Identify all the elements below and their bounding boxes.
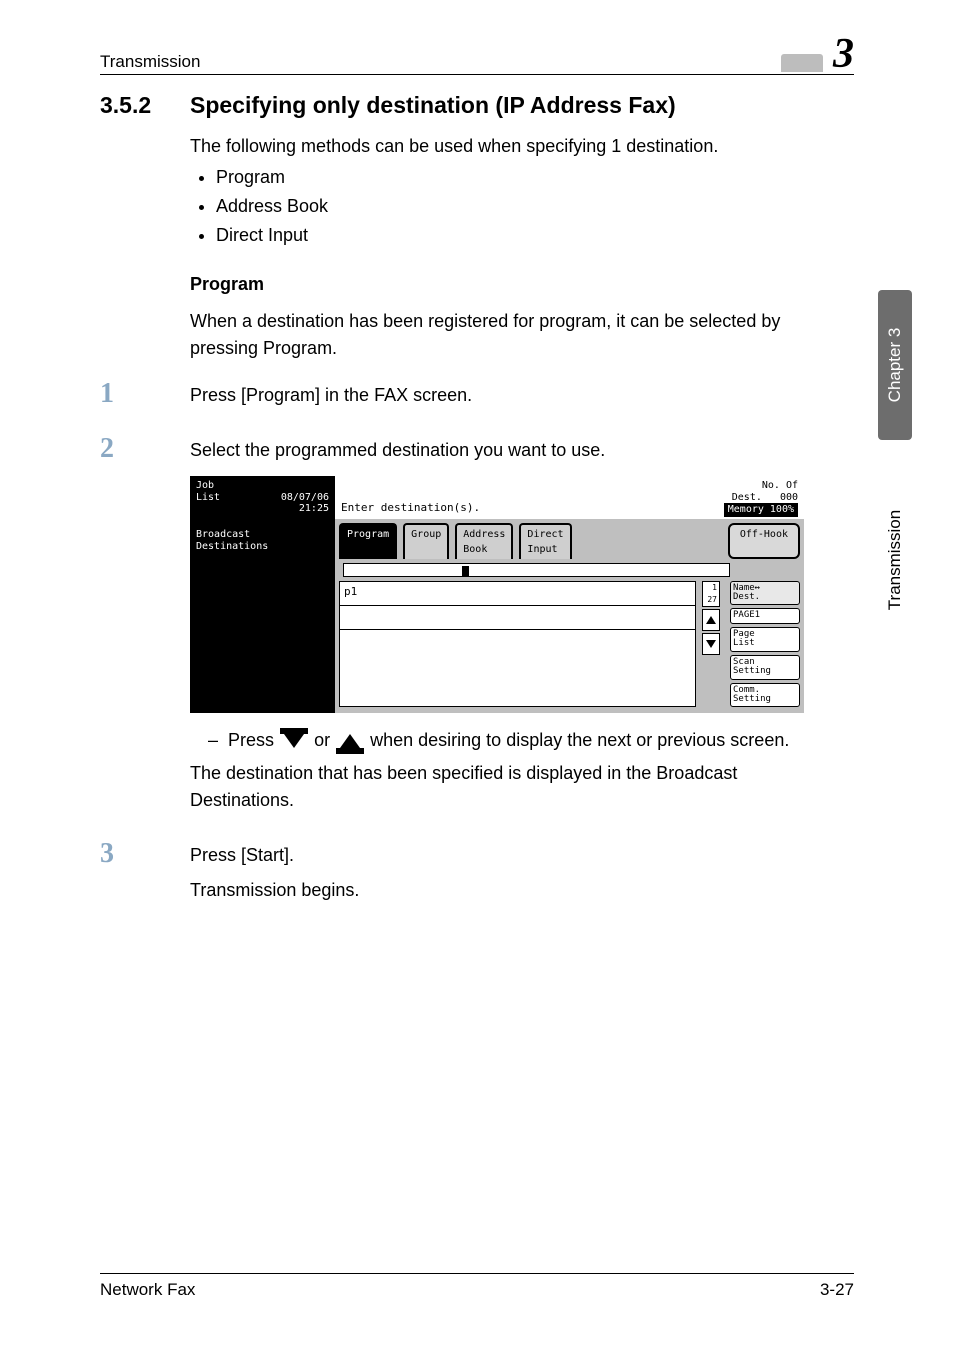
panel-title: Enter destination(s).	[341, 500, 480, 517]
program-row[interactable]: p1	[340, 582, 695, 606]
page-footer: Network Fax 3-27	[100, 1273, 854, 1300]
program-row[interactable]	[340, 606, 695, 630]
step-3-text-a: Press [Start].	[190, 842, 834, 869]
page-header: Transmission 3	[100, 38, 854, 75]
main-content: 3.5.2 Specifying only destination (IP Ad…	[100, 92, 834, 922]
step-2-body: Select the programmed destination you wa…	[190, 435, 834, 822]
intro-text: The following methods can be used when s…	[190, 133, 834, 160]
panel-fraction: 1 27	[702, 581, 720, 607]
panel-title-right: No. Of Dest. 000 Memory 100%	[724, 480, 798, 517]
program-subheading: Program	[190, 271, 834, 298]
tab-off-hook[interactable]: Off-Hook	[728, 523, 800, 559]
tab-group[interactable]: Group	[403, 523, 449, 559]
step-2-note: The destination that has been specified …	[190, 760, 834, 814]
method-item: Program	[216, 164, 834, 191]
footer-right: 3-27	[820, 1280, 854, 1300]
btn-page-list[interactable]: Page List	[730, 627, 800, 652]
header-right-group: 3	[781, 38, 854, 72]
panel-entry-field[interactable]	[343, 563, 730, 577]
step-1-body: Press [Program] in the FAX screen.	[190, 380, 834, 417]
header-tab-stub	[781, 54, 823, 72]
panel-mid: Broadcast Destinations Program Group Add…	[190, 519, 804, 714]
step-2-sub-text: Press or when desiring to display the ne…	[228, 727, 789, 754]
scroll-down-button[interactable]	[702, 633, 720, 655]
panel-job-line2: List	[196, 492, 220, 503]
side-tab-chapter: Chapter 3	[878, 290, 912, 440]
step-1-number: 1	[100, 380, 164, 417]
program-entry: p1	[340, 582, 361, 605]
panel-right-buttons: Name↔ Dest. PAGE1 Page List Scan Setting…	[730, 581, 800, 708]
step-2-number: 2	[100, 435, 164, 822]
heading-number: 3.5.2	[100, 92, 170, 119]
step-2-text: Select the programmed destination you wa…	[190, 437, 834, 464]
footer-left: Network Fax	[100, 1280, 195, 1300]
panel-title-area: Enter destination(s). No. Of Dest. 000 M…	[335, 476, 804, 519]
heading-title: Specifying only destination (IP Address …	[190, 92, 676, 119]
panel-datetime: 08/07/06 21:25	[281, 492, 329, 515]
panel-side-line2: Destinations	[196, 541, 268, 552]
panel-tab-row: Program Group Address Book Direct Input …	[339, 523, 800, 559]
panel-memory: Memory 100%	[724, 503, 798, 517]
step-2-sub-mid: or	[314, 730, 330, 750]
panel-main: Program Group Address Book Direct Input …	[335, 519, 804, 714]
step-2: 2 Select the programmed destination you …	[100, 435, 834, 822]
side-tab-chapter-label: Chapter 3	[885, 328, 905, 403]
panel-program-area: p1 1 27 Name↔ Dest.	[339, 581, 800, 708]
panel-top: Job List 08/07/06 21:25 Enter destinatio…	[190, 476, 804, 519]
side-tab-section: Transmission	[878, 460, 912, 660]
tab-program[interactable]: Program	[339, 523, 397, 559]
step-2-subbullet: – Press or when desiring to display the …	[208, 727, 834, 754]
arrow-down-icon	[284, 734, 304, 748]
panel-side: Broadcast Destinations	[190, 519, 335, 714]
intro-block: The following methods can be used when s…	[190, 133, 834, 362]
fax-panel: Job List 08/07/06 21:25 Enter destinatio…	[190, 476, 804, 713]
header-section-label: Transmission	[100, 52, 200, 72]
panel-dest-value: 000	[780, 492, 798, 503]
tab-address-book[interactable]: Address Book	[455, 523, 513, 559]
program-row[interactable]	[340, 630, 695, 654]
step-2-sub-pre: Press	[228, 730, 274, 750]
btn-name-dest[interactable]: Name↔ Dest.	[730, 581, 800, 606]
panel-job-tab[interactable]: Job List 08/07/06 21:25	[190, 476, 335, 519]
dash-icon: –	[208, 727, 218, 754]
header-chapter-number: 3	[829, 38, 854, 72]
panel-job-line1: Job	[196, 480, 214, 491]
panel-program-rows: p1	[339, 581, 696, 708]
side-tab-section-label: Transmission	[885, 510, 905, 610]
panel-time: 21:25	[299, 503, 329, 514]
scroll-up-button[interactable]	[702, 609, 720, 631]
step-3-number: 3	[100, 840, 164, 912]
heading: 3.5.2 Specifying only destination (IP Ad…	[100, 92, 834, 119]
step-2-sub-post: when desiring to display the next or pre…	[370, 730, 789, 750]
btn-page1[interactable]: PAGE1	[730, 608, 800, 623]
step-1: 1 Press [Program] in the FAX screen.	[100, 380, 834, 417]
step-1-text: Press [Program] in the FAX screen.	[190, 382, 834, 409]
step-3-body: Press [Start]. Transmission begins.	[190, 840, 834, 912]
arrow-up-icon	[340, 734, 360, 748]
btn-scan-setting[interactable]: Scan Setting	[730, 655, 800, 680]
method-item: Direct Input	[216, 222, 834, 249]
panel-scroll: 1 27	[702, 581, 720, 708]
tab-direct-input[interactable]: Direct Input	[519, 523, 571, 559]
step-3-text-b: Transmission begins.	[190, 877, 834, 904]
method-item: Address Book	[216, 193, 834, 220]
program-desc: When a destination has been registered f…	[190, 308, 834, 362]
step-3: 3 Press [Start]. Transmission begins.	[100, 840, 834, 912]
btn-comm-setting[interactable]: Comm. Setting	[730, 683, 800, 708]
methods-list: Program Address Book Direct Input	[190, 164, 834, 249]
panel-date: 08/07/06	[281, 492, 329, 503]
panel-side-line1: Broadcast	[196, 529, 250, 540]
